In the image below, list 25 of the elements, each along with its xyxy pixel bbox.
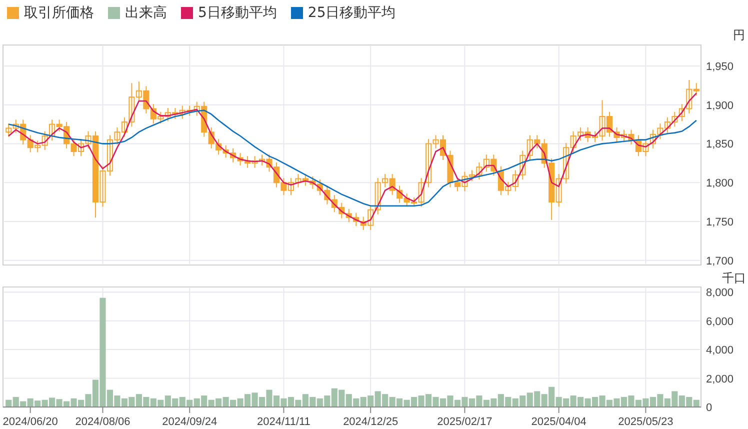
axis-label: 2024/08/06: [75, 416, 130, 428]
axis-unit: 千口: [722, 271, 746, 285]
axis-label: 2024/11/11: [257, 416, 310, 428]
axis-label: 2025/04/04: [531, 416, 586, 428]
axis-label: 8,000: [706, 287, 734, 300]
legend-label: 5日移動平均: [198, 4, 277, 22]
legend-label: 取引所価格: [24, 4, 94, 22]
legend-label: 25日移動平均: [308, 4, 396, 22]
axis-label: 2025/02/17: [437, 416, 492, 428]
legend-label: 出来高: [125, 4, 167, 22]
axis-label: 2024/12/25: [343, 416, 398, 428]
axis-label: 1,750: [706, 216, 734, 228]
axis-label: 2025/05/23: [618, 416, 674, 428]
axis-label: 1,950: [706, 61, 734, 73]
axis-label: 4,000: [706, 344, 734, 357]
axis-label: 0: [706, 402, 712, 414]
axis-label: 1,850: [706, 138, 734, 151]
axis-label: 2024/09/24: [162, 416, 218, 428]
axis-unit: 円: [733, 28, 745, 42]
axis-label: 1,900: [706, 100, 734, 112]
axis-label: 2024/06/20: [2, 416, 58, 428]
axis-label: 2,000: [706, 373, 734, 386]
axis-label: 6,000: [706, 316, 734, 328]
axis-label: 1,700: [706, 255, 734, 268]
axis-label: 1,800: [706, 178, 734, 190]
